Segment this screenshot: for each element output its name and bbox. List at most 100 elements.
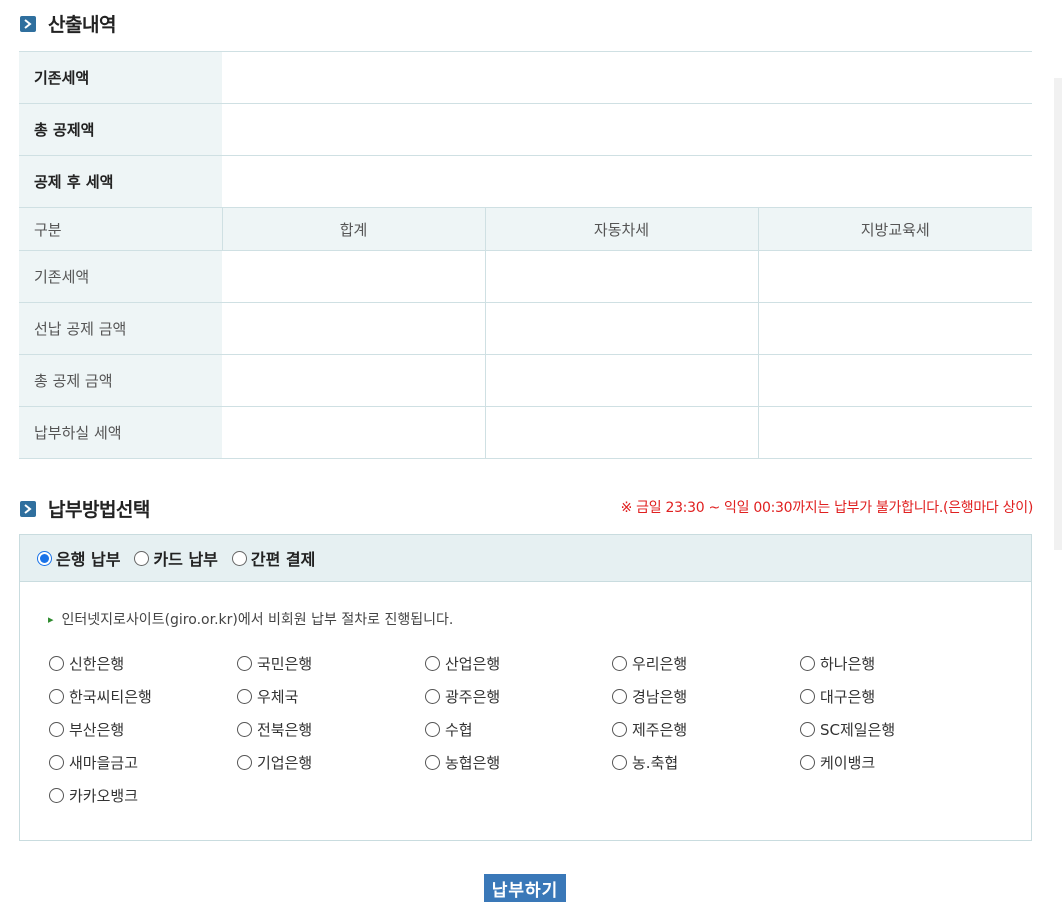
row-label: 납부하실 세액 [19, 406, 222, 459]
cell [484, 302, 758, 355]
bank-label: 수협 [445, 721, 473, 739]
bank-label: 산업은행 [445, 655, 501, 673]
bank-label: 한국씨티은행 [69, 688, 152, 706]
bank-option[interactable]: 대구은행 [800, 686, 875, 707]
bank-option[interactable]: 농협은행 [425, 752, 500, 773]
bank-label: 우리은행 [632, 655, 688, 673]
option-bank-payment[interactable]: 은행 납부 [37, 546, 120, 570]
bank-option[interactable]: 기업은행 [237, 752, 312, 773]
cell [757, 354, 1032, 407]
table-row: 선납 공제 금액 [19, 302, 1032, 355]
cell [222, 250, 485, 303]
bank-option[interactable]: 산업은행 [425, 653, 500, 674]
radio-icon[interactable] [237, 722, 252, 737]
radio-icon[interactable] [612, 755, 627, 770]
radio-icon[interactable] [800, 722, 815, 737]
radio-icon[interactable] [425, 722, 440, 737]
bank-label: 카카오뱅크 [69, 787, 139, 805]
pay-section-title: 납부방법선택 [48, 499, 150, 521]
bank-option[interactable]: 부산은행 [49, 719, 124, 740]
bank-option[interactable]: 하나은행 [800, 653, 875, 674]
radio-icon[interactable] [800, 689, 815, 704]
row-value [222, 51, 1032, 104]
bank-option[interactable]: 우체국 [237, 686, 298, 707]
radio-icon[interactable] [800, 755, 815, 770]
bank-label: 신한은행 [69, 655, 125, 673]
bank-option[interactable]: 농.축협 [612, 752, 678, 773]
cell [222, 406, 485, 459]
column-header: 합계 [221, 207, 485, 251]
table-row: 총 공제 금액 [19, 354, 1032, 407]
table-header-row: 구분 합계 자동차세 지방교육세 [19, 207, 1032, 251]
cell [757, 250, 1032, 303]
option-label: 카드 납부 [153, 550, 218, 569]
chevron-right-icon: ▸ [48, 612, 54, 626]
radio-icon[interactable] [49, 788, 64, 803]
column-header: 지방교육세 [757, 207, 1032, 251]
radio-icon[interactable] [231, 550, 247, 566]
option-easy-payment[interactable]: 간편 결제 [231, 546, 316, 570]
row-value [222, 155, 1032, 208]
bank-option[interactable]: 제주은행 [612, 719, 687, 740]
pay-section-header: 납부방법선택 [20, 495, 150, 522]
radio-icon[interactable] [49, 722, 64, 737]
bank-option[interactable]: SC제일은행 [800, 719, 895, 740]
radio-icon[interactable] [49, 689, 64, 704]
cell [484, 354, 758, 407]
row-value [222, 103, 1032, 156]
bank-label: 우체국 [257, 688, 299, 706]
column-header: 자동차세 [484, 207, 758, 251]
row-label: 기존세액 [19, 250, 222, 303]
radio-icon[interactable] [49, 656, 64, 671]
cell [484, 406, 758, 459]
radio-selected-icon[interactable] [37, 550, 52, 566]
cell [757, 406, 1032, 459]
bank-option[interactable]: 새마을금고 [49, 752, 138, 773]
bank-label: SC제일은행 [820, 721, 896, 739]
bank-label: 제주은행 [632, 721, 688, 739]
table-row: 기존세액 [19, 250, 1032, 303]
table-row: 납부하실 세액 [19, 406, 1032, 459]
option-card-payment[interactable]: 카드 납부 [134, 546, 218, 570]
bank-option[interactable]: 케이뱅크 [800, 752, 875, 773]
column-header: 구분 [19, 207, 222, 251]
radio-icon[interactable] [237, 755, 252, 770]
bank-label: 하나은행 [820, 655, 876, 673]
radio-icon[interactable] [612, 689, 627, 704]
radio-icon[interactable] [134, 550, 150, 566]
radio-icon[interactable] [49, 755, 64, 770]
scrollbar[interactable] [1054, 78, 1062, 550]
bank-option[interactable]: 우리은행 [612, 653, 687, 674]
table-row: 총 공제액 [19, 103, 1032, 156]
radio-icon[interactable] [612, 656, 627, 671]
bank-option[interactable]: 국민은행 [237, 653, 312, 674]
bank-label: 농.축협 [632, 754, 679, 772]
bank-option[interactable]: 광주은행 [425, 686, 500, 707]
calc-table: 기존세액 총 공제액 공제 후 세액 구분 합계 자동차세 지방교육세 기존세액… [19, 51, 1032, 459]
radio-icon[interactable] [237, 689, 252, 704]
radio-icon[interactable] [425, 689, 440, 704]
bank-option[interactable]: 신한은행 [49, 653, 124, 674]
option-label: 간편 결제 [250, 550, 316, 569]
radio-icon[interactable] [425, 656, 440, 671]
radio-icon[interactable] [425, 755, 440, 770]
row-label: 공제 후 세액 [19, 155, 222, 208]
row-label: 총 공제액 [19, 103, 222, 156]
radio-icon[interactable] [800, 656, 815, 671]
guide-text: 인터넷지로사이트(giro.or.kr)에서 비회원 납부 절차로 진행됩니다. [61, 612, 454, 628]
bank-option[interactable]: 카카오뱅크 [49, 785, 138, 806]
bank-option[interactable]: 한국씨티은행 [49, 686, 152, 707]
bank-option[interactable]: 수협 [425, 719, 473, 740]
row-label: 기존세액 [19, 51, 222, 104]
bank-label: 국민은행 [257, 655, 313, 673]
payment-method-options: 은행 납부 카드 납부 간편 결제 [20, 535, 1031, 582]
row-label: 선납 공제 금액 [19, 302, 222, 355]
pay-button[interactable]: 납부하기 [484, 874, 566, 902]
row-label: 총 공제 금액 [19, 354, 222, 407]
calc-section-title: 산출내역 [48, 14, 116, 36]
bank-option[interactable]: 전북은행 [237, 719, 312, 740]
bank-label: 전북은행 [257, 721, 313, 739]
bank-option[interactable]: 경남은행 [612, 686, 687, 707]
radio-icon[interactable] [237, 656, 252, 671]
radio-icon[interactable] [612, 722, 627, 737]
